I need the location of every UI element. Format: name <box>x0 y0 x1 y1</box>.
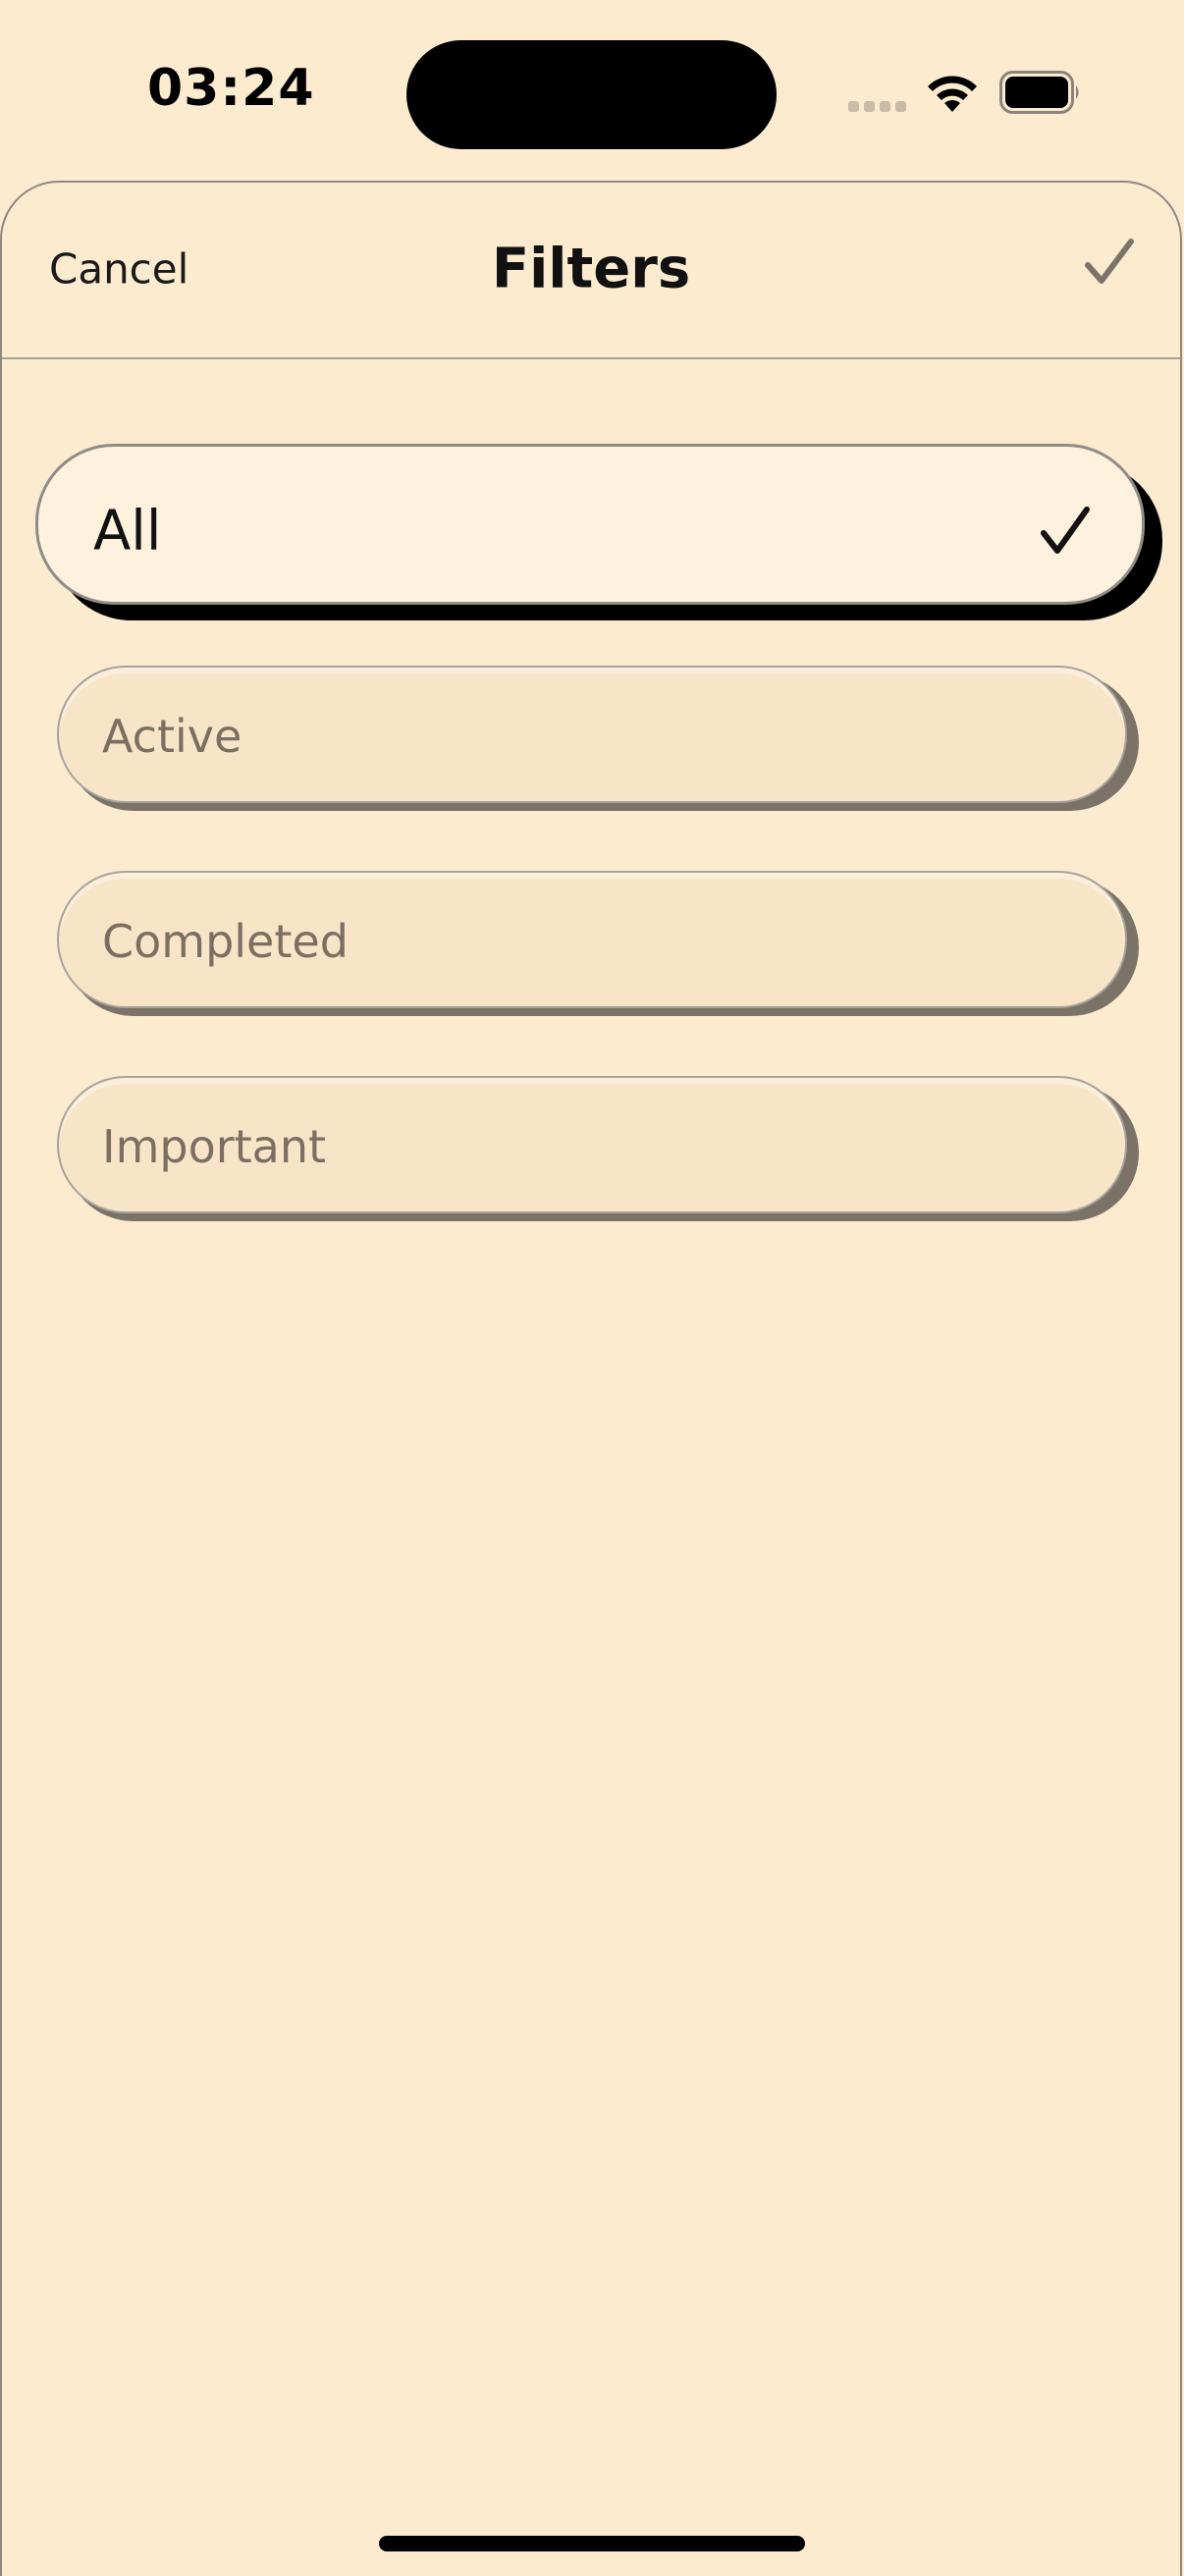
filter-option-label: All <box>93 499 162 564</box>
option-pill: All <box>35 444 1145 605</box>
page-title: Filters <box>491 237 691 301</box>
filter-option-completed[interactable]: Completed <box>57 871 1145 1020</box>
filter-option-all[interactable]: All <box>35 444 1164 624</box>
filter-option-label: Active <box>102 710 242 763</box>
checkmark-icon <box>1041 507 1090 554</box>
checkmark-icon[interactable] <box>1078 232 1141 295</box>
filter-option-label: Important <box>102 1120 327 1173</box>
option-pill: Completed <box>57 871 1127 1008</box>
home-indicator[interactable] <box>379 2536 805 2551</box>
filter-option-label: Completed <box>102 915 349 968</box>
dynamic-island <box>406 40 777 149</box>
sheet-header: Cancel Filters <box>2 183 1180 359</box>
signal-dots-icon <box>848 101 907 113</box>
option-pill: Important <box>57 1076 1127 1213</box>
option-pill: Active <box>57 666 1127 803</box>
status-bar: 03:24 <box>0 0 1184 177</box>
status-time: 03:24 <box>147 59 315 118</box>
battery-icon <box>999 71 1079 114</box>
filter-option-important[interactable]: Important <box>57 1076 1145 1225</box>
filter-option-active[interactable]: Active <box>57 666 1145 815</box>
wifi-icon <box>928 76 977 112</box>
